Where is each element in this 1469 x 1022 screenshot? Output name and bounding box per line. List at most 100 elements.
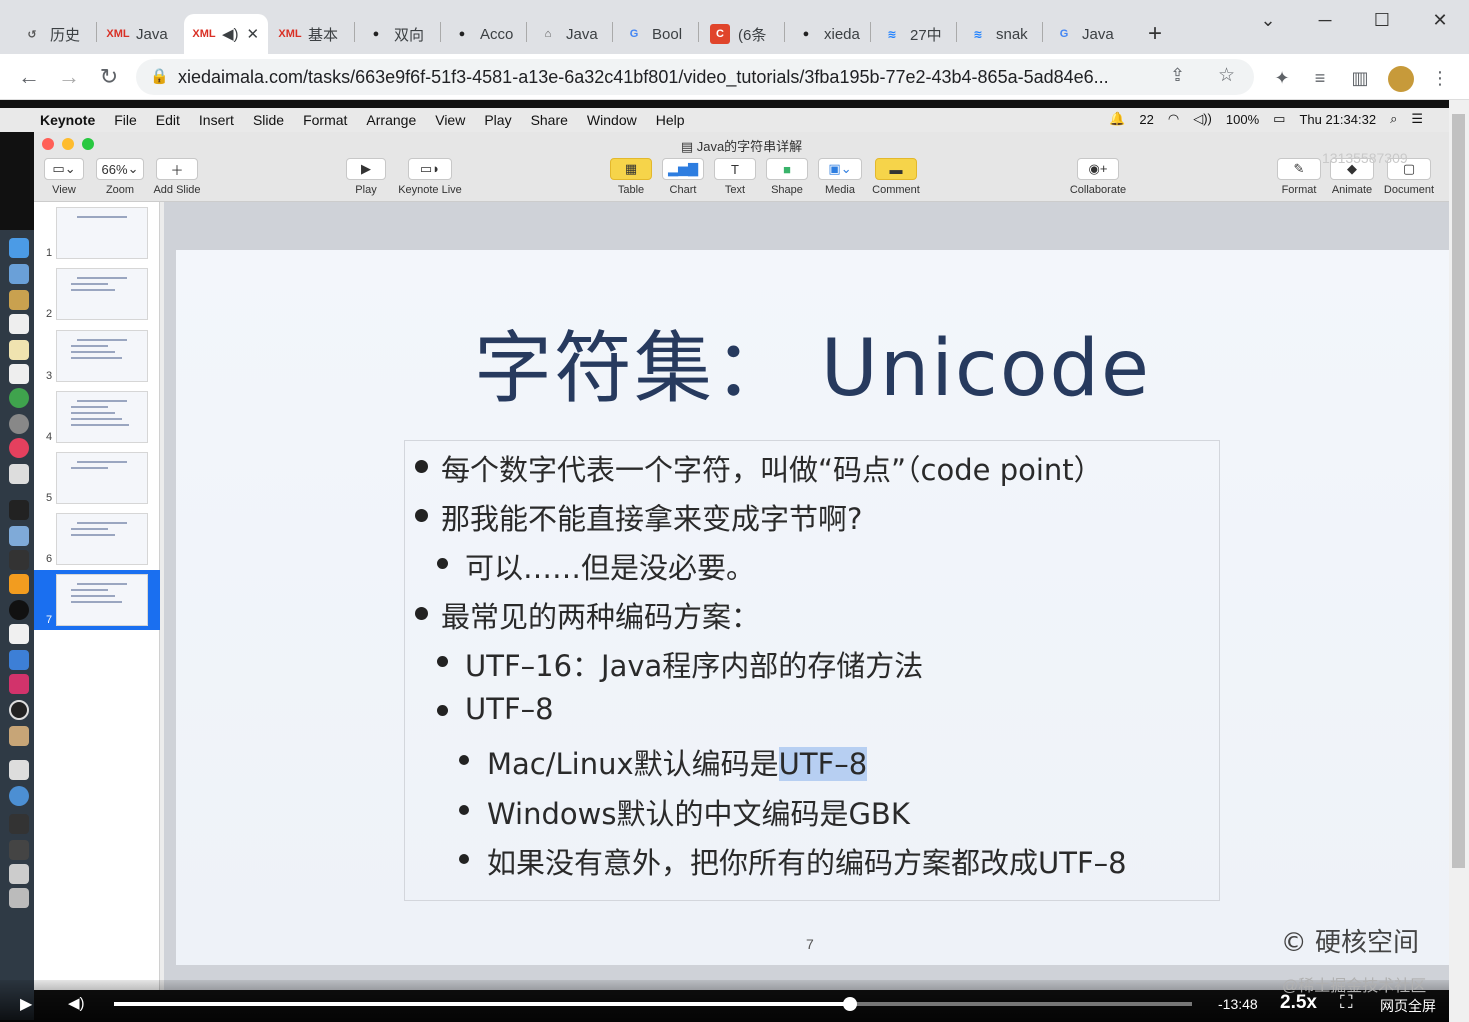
rocket-icon[interactable] [9, 464, 29, 484]
menu-help[interactable]: Help [656, 112, 685, 128]
mail-icon[interactable] [9, 264, 29, 284]
console-icon[interactable] [9, 550, 29, 570]
chrome-icon[interactable] [9, 388, 29, 408]
browser-tab[interactable]: ⌂ Java [528, 14, 612, 54]
menu-insert[interactable]: Insert [199, 112, 234, 128]
bullet-windows-gbk[interactable]: Windows默认的中文编码是GBK [487, 791, 910, 833]
obs-icon[interactable] [9, 700, 29, 720]
wifi-icon[interactable]: ◠ [1168, 111, 1179, 127]
finder-icon[interactable] [9, 238, 29, 258]
add-slide-button[interactable]: ＋ Add Slide [150, 158, 204, 196]
zoom-dropdown[interactable]: 66% ⌄ Zoom [96, 158, 144, 196]
chart-button[interactable]: ▂▅▇ Chart [662, 158, 704, 196]
progress-bar[interactable] [114, 997, 1192, 1011]
bullet-mac-linux[interactable]: Mac/Linux默认编码是UTF–8 [487, 741, 868, 783]
browser-tab[interactable]: G Java [1044, 14, 1128, 54]
trash-icon[interactable] [9, 888, 29, 908]
volume-icon[interactable]: ◀) [68, 994, 85, 1012]
settings-icon[interactable] [9, 414, 29, 434]
menubar-clock[interactable]: Thu 21:34:32 [1299, 112, 1376, 127]
menu-share[interactable]: Share [531, 112, 568, 128]
reminders-icon[interactable] [9, 340, 29, 360]
comment-button[interactable]: ▬ Comment [870, 158, 922, 196]
slide-thumbnail[interactable] [56, 513, 148, 565]
menu-view[interactable]: View [435, 112, 465, 128]
slide-thumbnail[interactable] [56, 391, 148, 443]
bullet-utf8[interactable]: UTF–8 [465, 692, 554, 726]
progress-handle[interactable] [843, 997, 858, 1011]
forward-button[interactable]: → [54, 62, 84, 92]
url-text[interactable]: xiedaimala.com/tasks/663e9f6f-51f3-4581-… [178, 67, 1109, 88]
maximize-button[interactable]: ☐ [1362, 6, 1402, 34]
extensions-icon[interactable]: ✦ [1270, 66, 1294, 90]
bullet-change-all[interactable]: 如果没有意外，把你所有的编码方案都改成UTF–8 [487, 840, 1127, 882]
network-icon[interactable] [9, 786, 29, 806]
browser-tab[interactable]: G Bool [614, 14, 698, 54]
preview-icon[interactable] [9, 526, 29, 546]
browser-tab[interactable]: ↺ 历史 [12, 14, 96, 54]
slide[interactable]: 字符集： Unicode 每个数字代表一个字符，叫做“码点”（code poin… [176, 250, 1449, 965]
browser-tab[interactable]: XML ◀) ✕ [184, 14, 268, 54]
bullet-utf16[interactable]: UTF–16：Java程序内部的存储方法 [465, 643, 923, 685]
close-window-button[interactable]: ✕ [1420, 6, 1460, 34]
close-tab-icon[interactable]: ✕ [247, 25, 260, 43]
slide-thumbnail[interactable] [56, 207, 148, 259]
sublime-icon[interactable] [9, 574, 29, 594]
browser-tab[interactable]: ● xieda [786, 14, 870, 54]
address-bar[interactable]: 🔒 xiedaimala.com/tasks/663e9f6f-51f3-458… [136, 59, 1254, 95]
lock-icon[interactable]: 🔒 [150, 67, 169, 85]
text-selection[interactable]: UTF–8 [778, 747, 868, 781]
slide-thumbnail[interactable] [56, 574, 148, 626]
tab-search-icon[interactable]: ⌄ [1248, 6, 1288, 34]
browser-tab[interactable]: XML 基本 [270, 14, 354, 54]
minimize-button[interactable]: ─ [1305, 6, 1345, 34]
menu-file[interactable]: File [114, 112, 137, 128]
page-scrollbar[interactable] [1449, 100, 1469, 1022]
keynote-icon[interactable] [9, 650, 29, 670]
profile-avatar[interactable] [1388, 66, 1414, 92]
menu-arrange[interactable]: Arrange [366, 112, 416, 128]
slide-title[interactable]: 字符集： Unicode [176, 306, 1449, 418]
menu-format[interactable]: Format [303, 112, 347, 128]
slide-thumbnail[interactable] [56, 268, 148, 320]
side-panel-icon[interactable]: ▥ [1348, 66, 1372, 90]
audio-playing-icon[interactable]: ◀) [222, 25, 239, 43]
notes-icon[interactable] [9, 290, 29, 310]
scrollbar-thumb[interactable] [1452, 114, 1465, 868]
menu-window[interactable]: Window [587, 112, 637, 128]
shape-button[interactable]: ■ Shape [766, 158, 808, 196]
screen-icon[interactable] [9, 864, 29, 884]
spotlight-icon[interactable]: ⌕ [1390, 111, 1397, 127]
play-button[interactable]: ▶ Play [346, 158, 386, 196]
menu-play[interactable]: Play [484, 112, 511, 128]
browser-tab[interactable]: ≋ snak [958, 14, 1042, 54]
collaborate-button[interactable]: ◉+ Collaborate [1066, 158, 1130, 196]
web-fullscreen-button[interactable]: 网页全屏 [1380, 996, 1436, 1016]
slide-body-textbox[interactable]: 每个数字代表一个字符，叫做“码点”（code point） 那我能不能直接拿来变… [404, 440, 1220, 901]
text-button[interactable]: T Text [714, 158, 756, 196]
control-center-icon[interactable]: ☰ [1411, 111, 1423, 127]
bookmark-star-icon[interactable]: ☆ [1218, 64, 1235, 87]
browser-tab[interactable]: C (6条 [700, 14, 784, 54]
menu-slide[interactable]: Slide [253, 112, 284, 128]
media-control-icon[interactable]: ≡ [1308, 66, 1332, 90]
browser-tab[interactable]: ● Acco [442, 14, 526, 54]
media-button[interactable]: ▣⌄ Media [818, 158, 862, 196]
window-icon[interactable] [9, 840, 29, 860]
keynote-live-button[interactable]: ▭◗ Keynote Live [394, 158, 466, 196]
bullet-common-schemes[interactable]: 最常见的两种编码方案： [441, 594, 760, 636]
qq-icon[interactable] [9, 600, 29, 620]
monitor-icon[interactable] [9, 814, 29, 834]
menu-app-name[interactable]: Keynote [40, 112, 95, 128]
slide-thumbnail[interactable] [56, 330, 148, 382]
back-button[interactable]: ← [14, 62, 44, 92]
calendar-icon[interactable] [9, 314, 29, 334]
document-icon[interactable] [9, 760, 29, 780]
pages-icon[interactable] [9, 624, 29, 644]
video-player[interactable]: Keynote File Edit Insert Slide Format Ar… [0, 100, 1469, 1022]
terminal-icon[interactable] [9, 500, 29, 520]
browser-menu-icon[interactable]: ⋮ [1428, 66, 1452, 90]
browser-tab[interactable]: XML Java [98, 14, 182, 54]
browser-tab[interactable]: ≋ 27中 [872, 14, 956, 54]
books-icon[interactable] [9, 726, 29, 746]
